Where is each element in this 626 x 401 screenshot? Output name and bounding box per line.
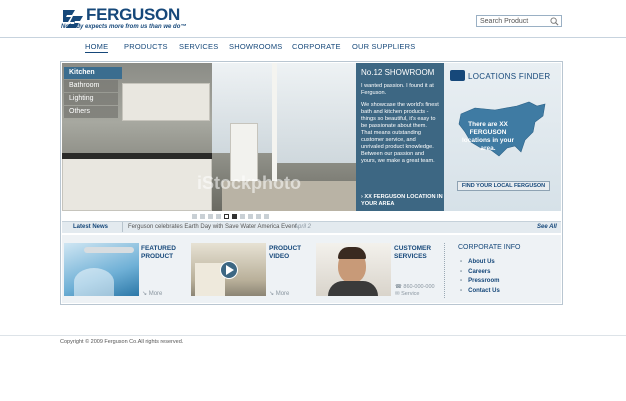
featured-title-line2: PRODUCT (141, 253, 174, 260)
services-title-line2: SERVICES (394, 253, 427, 260)
news-date: April 2 (294, 224, 312, 230)
brand-tagline: Nobody expects more from us than we do™ (61, 24, 187, 30)
corporate-link-contact[interactable]: • Contact Us (460, 288, 500, 298)
phone-number: 860-000-000 (403, 284, 435, 290)
slide-dot[interactable] (224, 214, 229, 219)
more-arrow-icon: ↘ (269, 291, 276, 297)
slide-indicators (192, 214, 269, 219)
corporate-links: • About Us • Careers • Pressroom • Contact U… (460, 259, 500, 297)
slide-dot[interactable] (208, 214, 213, 219)
locations-finder-title: LOCATIONS FINDER (468, 72, 551, 81)
category-others[interactable]: Others (64, 106, 118, 118)
category-bathroom[interactable]: Bathroom (64, 80, 118, 92)
careers-text: Careers (468, 268, 491, 275)
customer-service-agent-image[interactable] (316, 243, 391, 296)
product-video-title[interactable]: PRODUCT VIDEO (269, 245, 301, 261)
service-link[interactable]: ✉ Service (395, 291, 419, 297)
slide-dot[interactable] (256, 214, 261, 219)
featured-product-title[interactable]: FEATURED PRODUCT (141, 245, 176, 261)
pressroom-text: Pressroom (468, 278, 500, 284)
news-headline-link[interactable]: Ferguson celebrates Earth Day with Save … (128, 224, 297, 230)
category-menu: Kitchen Bathroom Lighting Others (64, 67, 122, 119)
video-more-text: More (275, 291, 290, 297)
showroom-body: We showcase the world's finest bath and … (361, 102, 439, 164)
slide-dot[interactable] (264, 214, 269, 219)
category-lighting[interactable]: Lighting (64, 93, 118, 105)
showroom-title: No.12 SHOWROOM (361, 68, 435, 77)
slide-dot[interactable] (216, 214, 221, 219)
nav-showrooms[interactable]: SHOWROOMS (229, 42, 282, 51)
showroom-location-link[interactable]: › XX FERGUSON LOCATION IN YOUR AREA (361, 194, 444, 208)
customer-phone[interactable]: ☎ 860-000-000 (395, 284, 435, 290)
slide-dot[interactable] (248, 214, 253, 219)
corporate-link-pressroom[interactable]: • Pressroom (460, 278, 500, 288)
video-title-line2: VIDEO (269, 253, 290, 260)
slide-dot[interactable] (200, 214, 205, 219)
bullet-icon: • (460, 268, 463, 275)
showroom-intro: I wanted passion. I found it at Ferguson… (361, 83, 434, 96)
about-us-text: About Us (468, 259, 495, 265)
photo-watermark: iStockphoto (197, 173, 301, 193)
video-more-link[interactable]: ↘ More (269, 290, 289, 297)
nav-products[interactable]: PRODUCTS (124, 42, 168, 51)
bullet-icon: • (460, 259, 463, 265)
find-local-ferguson-button[interactable]: FIND YOUR LOCAL FERGUSON (457, 181, 550, 191)
news-divider (122, 222, 123, 232)
corporate-info-title: CORPORATE INFO (458, 244, 521, 251)
header-divider (0, 37, 626, 38)
product-video-thumbnail[interactable] (191, 243, 266, 296)
corporate-divider (444, 243, 445, 298)
bullet-icon: • (460, 278, 463, 284)
services-title-line1: CUSTOMER (394, 245, 432, 252)
slide-dot[interactable] (240, 214, 245, 219)
featured-more-link[interactable]: ↘ More (142, 290, 162, 297)
contact-us-text: Contact Us (468, 287, 500, 294)
corporate-link-about[interactable]: • About Us (460, 259, 500, 269)
see-all-news-link[interactable]: See All (537, 224, 557, 230)
search-placeholder: Search Product (480, 18, 529, 25)
footer-divider (0, 335, 626, 336)
featured-more-text: More (148, 291, 163, 297)
locations-logo-icon (450, 70, 465, 81)
nav-corporate[interactable]: CORPORATE (292, 42, 341, 51)
slide-dot[interactable] (192, 214, 197, 219)
showroom-panel: No.12 SHOWROOM I wanted passion. I found… (356, 63, 444, 211)
more-arrow-icon: ↘ (142, 291, 149, 297)
category-kitchen[interactable]: Kitchen (64, 67, 122, 79)
video-title-line1: PRODUCT (269, 245, 302, 252)
featured-product-image[interactable] (64, 243, 139, 296)
corporate-link-careers[interactable]: • Careers (460, 269, 500, 279)
search-icon[interactable] (550, 17, 559, 26)
locations-count-text: There are XX FERGUSON locations in your … (462, 121, 515, 152)
showroom-location-text: XX FERGUSON LOCATION IN YOUR AREA (361, 194, 443, 207)
nav-our-suppliers[interactable]: OUR SUPPLIERS (352, 42, 415, 51)
latest-news-label: Latest News (73, 224, 109, 230)
featured-title-line1: FEATURED (141, 245, 176, 252)
main-nav: HOME PRODUCTS SERVICES SHOWROOMS CORPORA… (85, 42, 415, 54)
copyright-text: Copyright © 2009 Ferguson Co.All rights … (60, 339, 184, 345)
nav-home[interactable]: HOME (85, 42, 109, 53)
slide-dot-active[interactable] (232, 214, 237, 219)
nav-services[interactable]: SERVICES (179, 42, 218, 51)
customer-services-title[interactable]: CUSTOMER SERVICES (394, 245, 431, 261)
play-icon[interactable] (226, 265, 234, 275)
bullet-icon: • (460, 287, 463, 294)
brand-name[interactable]: FERGUSON (86, 5, 180, 25)
service-link-text: Service (401, 291, 420, 297)
search-input[interactable]: Search Product (476, 15, 562, 27)
